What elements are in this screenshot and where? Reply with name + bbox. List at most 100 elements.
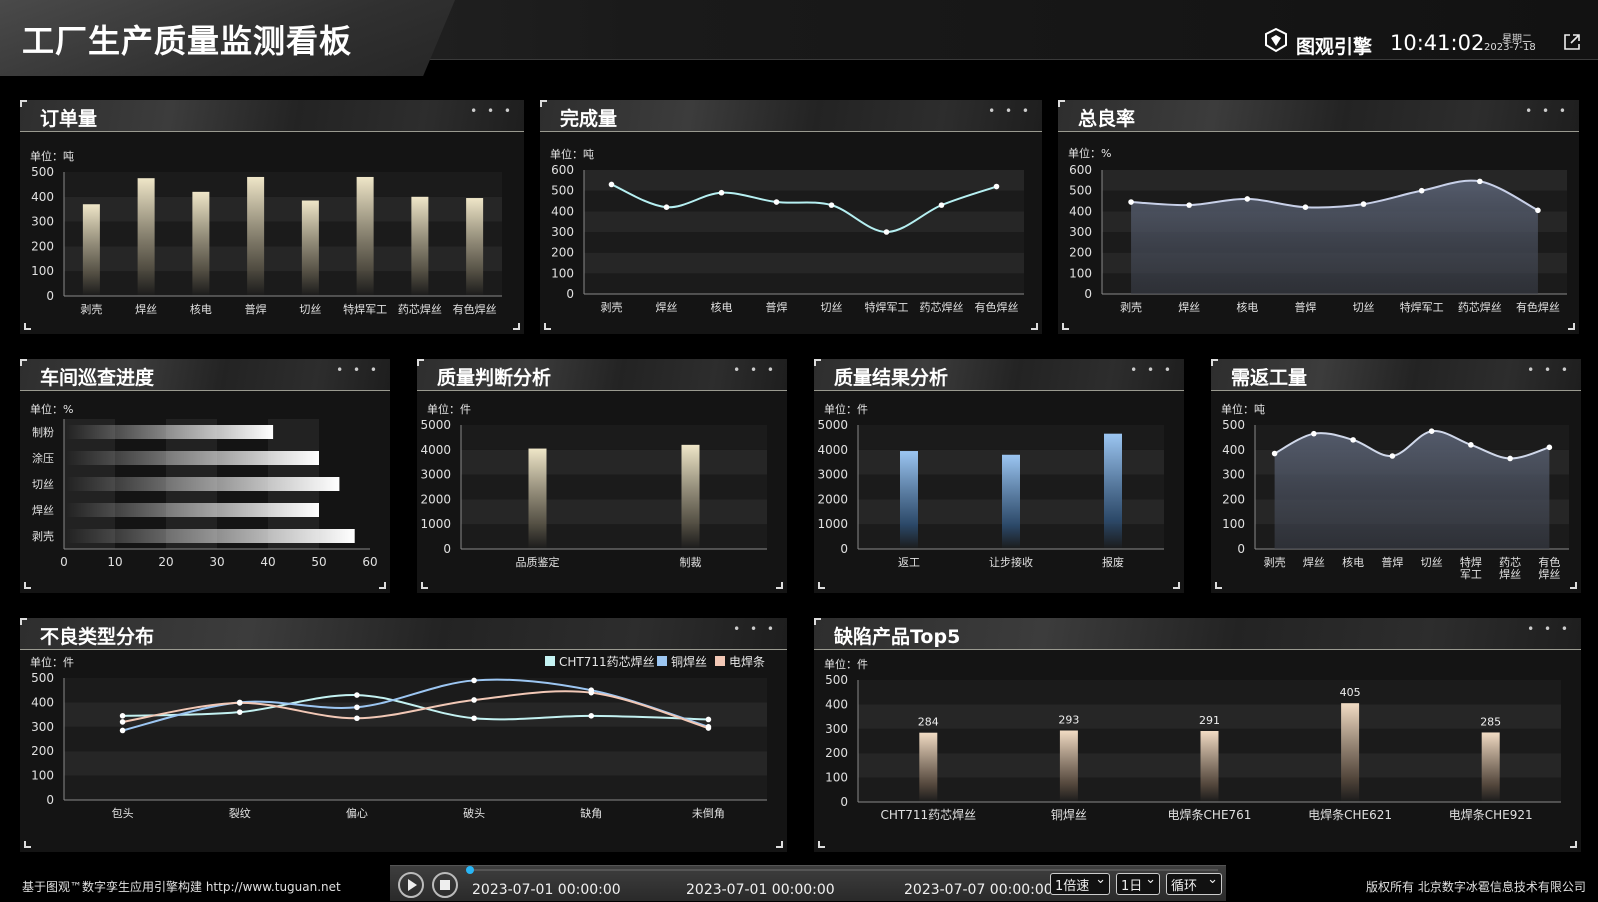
data-point[interactable] [1186,202,1192,208]
more-icon[interactable]: • • • [1525,104,1569,118]
corner-decoration [776,841,783,848]
data-point[interactable] [883,229,890,235]
data-point[interactable] [119,713,126,719]
data-point[interactable] [663,204,670,210]
play-button[interactable] [398,872,424,898]
bar[interactable] [466,198,484,296]
more-icon[interactable]: • • • [733,363,777,377]
y-tick-label: 4000 [817,443,848,457]
more-icon[interactable]: • • • [1527,363,1571,377]
y-tick-label: 3000 [420,468,451,482]
x-tick-label: 未倒角 [692,807,725,820]
data-point[interactable] [993,183,1000,190]
data-point[interactable] [471,677,477,684]
data-point[interactable] [354,692,360,698]
data-point[interactable] [1477,178,1483,185]
data-point[interactable] [1468,442,1474,448]
grid-band [584,273,1024,294]
more-icon[interactable]: • • • [733,622,777,636]
data-point[interactable] [1128,199,1134,205]
data-point[interactable] [471,697,477,703]
data-point[interactable] [938,202,945,208]
bar[interactable] [1104,433,1122,549]
bar[interactable] [66,451,319,465]
data-point[interactable] [1271,450,1278,457]
bar[interactable] [82,204,100,296]
mode-select[interactable]: 循环 [1166,872,1222,895]
data-point[interactable] [1428,428,1435,434]
bar[interactable] [919,732,938,802]
bar[interactable] [66,477,340,491]
more-icon[interactable]: • • • [470,104,514,118]
corner-decoration [513,323,520,330]
more-icon[interactable]: • • • [988,104,1032,118]
bar[interactable] [681,444,700,549]
data-point[interactable] [1360,201,1367,207]
data-point[interactable] [1507,455,1513,462]
corner-decoration [818,841,825,848]
data-point[interactable] [588,713,595,719]
bar[interactable] [411,196,429,296]
data-point[interactable] [471,715,477,722]
x-tick-label: 30 [209,555,224,569]
data-point[interactable] [718,189,725,196]
step-select[interactable]: 1日 [1116,872,1160,895]
y-tick-label: 3000 [817,468,848,482]
y-tick-label: 600 [1069,163,1092,177]
bar[interactable] [66,503,319,517]
bar[interactable] [900,451,918,549]
bar[interactable] [247,176,265,296]
data-point[interactable] [705,716,712,723]
data-point[interactable] [119,719,126,725]
corner-decoration [814,618,821,625]
fullscreen-icon[interactable] [1563,33,1581,51]
bar[interactable] [137,178,155,296]
bar[interactable] [301,200,319,296]
corner-decoration [1058,100,1065,107]
data-point[interactable] [1535,207,1541,214]
stop-button[interactable] [432,872,458,898]
bar[interactable] [1341,703,1360,802]
data-point[interactable] [1389,453,1396,459]
timeline-track[interactable] [468,869,1218,871]
data-point[interactable] [236,709,243,715]
bar[interactable] [356,176,374,296]
y-tick-label: 200 [825,746,848,760]
bar[interactable] [1002,454,1020,549]
data-point[interactable] [1546,444,1553,451]
data-point[interactable] [119,727,126,734]
data-point[interactable] [608,181,615,188]
footer-credit: 基于图观™数字孪生应用引擎构建 http://www.tuguan.net [22,880,341,894]
grid-band [461,499,767,525]
data-point[interactable] [1311,430,1317,437]
footer-copyright: 版权所有 北京数字冰雹信息技术有限公司 [1366,880,1586,894]
data-point[interactable] [236,700,243,706]
bar[interactable] [1481,732,1500,802]
bar[interactable] [66,425,274,439]
more-icon[interactable]: • • • [336,363,380,377]
x-tick-label: 药芯焊丝 [398,302,442,316]
panel-header: 质量判断分析 • • • [417,359,787,391]
data-point[interactable] [1302,204,1309,210]
data-point[interactable] [1350,437,1356,443]
data-point[interactable] [354,704,360,711]
data-point[interactable] [588,689,595,696]
bar[interactable] [1200,730,1219,802]
timeline-handle[interactable] [466,866,474,874]
data-point[interactable] [773,199,780,205]
bar[interactable] [1059,730,1078,802]
more-icon[interactable]: • • • [1527,622,1571,636]
data-point[interactable] [1418,187,1425,194]
more-icon[interactable]: • • • [1130,363,1174,377]
x-tick-label: CHT711药芯焊丝 [880,807,976,822]
x-tick-label: 让步接收 [989,555,1033,569]
bar[interactable] [192,191,210,296]
grid-band [584,190,1024,212]
bar[interactable] [528,448,547,549]
speed-select[interactable]: 1倍速 [1050,872,1110,895]
data-point[interactable] [705,725,712,731]
data-point[interactable] [828,202,835,208]
bar[interactable] [66,529,355,543]
data-point[interactable] [1244,196,1251,202]
data-point[interactable] [354,715,360,722]
